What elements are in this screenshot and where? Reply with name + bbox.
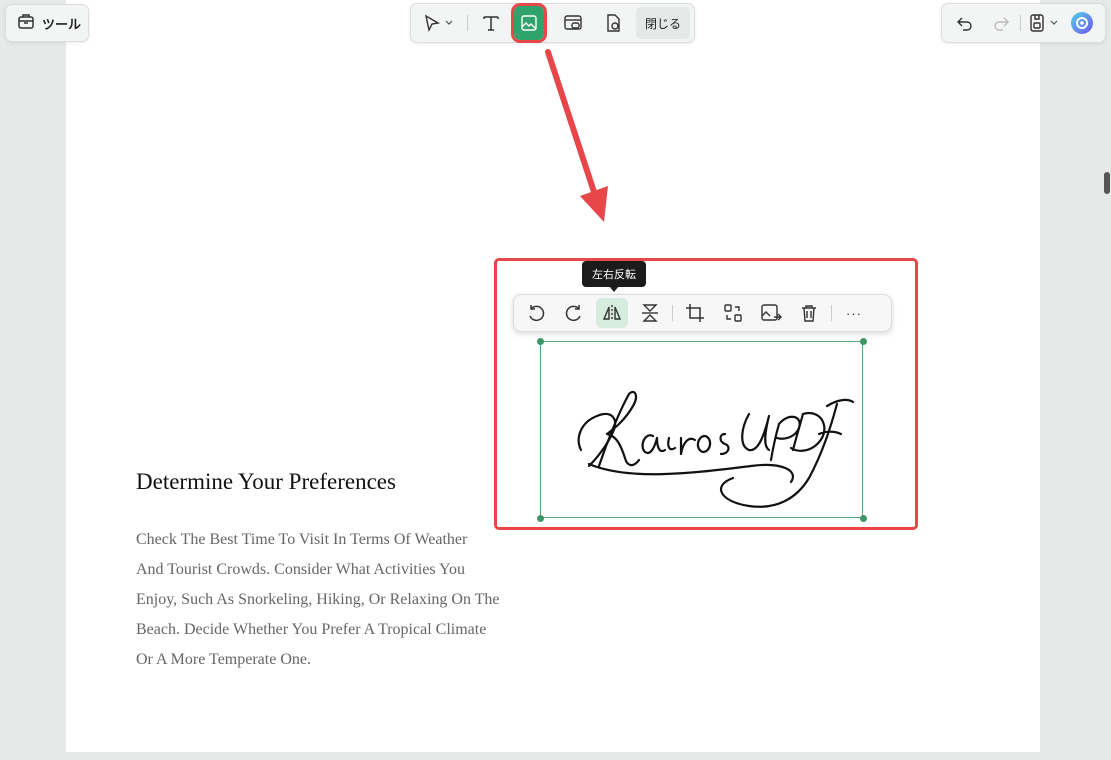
resize-handle-bottom-right[interactable] bbox=[860, 515, 867, 522]
scrollbar-thumb[interactable] bbox=[1104, 172, 1110, 194]
signature-drawing bbox=[577, 390, 855, 508]
image-edit-toolbar: ··· bbox=[513, 294, 892, 332]
flip-vertical-button[interactable] bbox=[634, 298, 666, 328]
ai-assistant-button[interactable] bbox=[1065, 6, 1099, 40]
toolbar-divider bbox=[831, 305, 832, 321]
toolbox-icon bbox=[16, 11, 36, 35]
extract-icon bbox=[760, 303, 782, 323]
paragraph-line: Beach. Decide Whether You Prefer A Tropi… bbox=[136, 621, 487, 638]
image-tool-button[interactable] bbox=[511, 3, 547, 43]
save-button[interactable] bbox=[1023, 6, 1063, 40]
ai-assistant-icon bbox=[1070, 11, 1094, 35]
flip-horizontal-icon bbox=[601, 303, 623, 323]
flip-horizontal-button[interactable] bbox=[596, 298, 628, 328]
select-tool-button[interactable] bbox=[415, 6, 461, 40]
image-icon bbox=[520, 14, 538, 32]
chevron-down-icon bbox=[1050, 19, 1058, 27]
more-button[interactable]: ··· bbox=[838, 298, 870, 328]
crop-button[interactable] bbox=[679, 298, 711, 328]
undo-button[interactable] bbox=[948, 6, 982, 40]
toolbar-divider bbox=[1020, 15, 1021, 31]
paragraph-line: Or A More Temperate One. bbox=[136, 651, 311, 668]
replace-icon bbox=[723, 303, 743, 323]
tools-label: ツール bbox=[42, 17, 82, 33]
resize-handle-top-left[interactable] bbox=[537, 338, 544, 345]
delete-icon bbox=[799, 303, 819, 323]
toolbar-divider bbox=[467, 15, 468, 31]
text-tool-button[interactable] bbox=[474, 6, 508, 40]
resize-handle-top-right[interactable] bbox=[860, 338, 867, 345]
replace-button[interactable] bbox=[717, 298, 749, 328]
rotate-right-button[interactable] bbox=[558, 298, 590, 328]
cursor-icon bbox=[423, 14, 441, 32]
redo-icon bbox=[992, 14, 1010, 32]
edit-toolbar: 閉じる bbox=[410, 3, 696, 43]
annotation-arrow bbox=[545, 49, 608, 222]
tooltip: 左右反転 bbox=[582, 261, 646, 287]
save-icon bbox=[1028, 13, 1046, 33]
page-settings-icon bbox=[603, 13, 623, 33]
delete-button[interactable] bbox=[793, 298, 825, 328]
link-icon bbox=[563, 13, 583, 33]
paragraph-line: Check The Best Time To Visit In Terms Of… bbox=[136, 531, 468, 548]
body-paragraph: Check The Best Time To Visit In Terms Of… bbox=[136, 525, 546, 675]
link-tool-button[interactable] bbox=[556, 6, 590, 40]
crop-icon bbox=[685, 303, 705, 323]
paragraph-line: Enjoy, Such As Snorkeling, Hiking, Or Re… bbox=[136, 591, 500, 608]
resize-handle-bottom-left[interactable] bbox=[537, 515, 544, 522]
undo-icon bbox=[956, 14, 974, 32]
flip-vertical-icon bbox=[640, 302, 660, 324]
page-settings-button[interactable] bbox=[596, 6, 630, 40]
right-toolbar bbox=[941, 3, 1106, 43]
signature-image[interactable] bbox=[540, 341, 863, 518]
toolbar-divider bbox=[672, 305, 673, 321]
redo-button[interactable] bbox=[984, 6, 1018, 40]
more-icon: ··· bbox=[846, 305, 862, 321]
close-button[interactable]: 閉じる bbox=[636, 7, 691, 39]
text-icon bbox=[481, 13, 501, 33]
section-heading: Determine Your Preferences bbox=[136, 469, 396, 494]
tooltip-caret bbox=[609, 286, 619, 292]
chevron-down-icon bbox=[445, 19, 453, 27]
extract-button[interactable] bbox=[755, 298, 787, 328]
rotate-left-button[interactable] bbox=[520, 298, 552, 328]
rotate-right-icon bbox=[564, 303, 584, 323]
paragraph-line: And Tourist Crowds. Consider What Activi… bbox=[136, 561, 465, 578]
tools-button[interactable]: ツール bbox=[5, 4, 89, 42]
rotate-left-icon bbox=[526, 303, 546, 323]
